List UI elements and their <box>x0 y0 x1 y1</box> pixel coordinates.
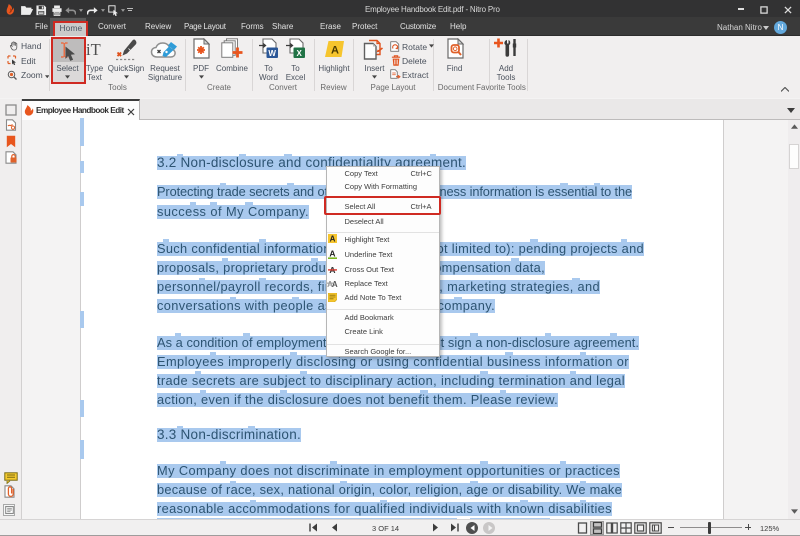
svg-text:W: W <box>268 49 276 58</box>
svg-text:X: X <box>297 49 303 58</box>
svg-text:A: A <box>331 45 339 57</box>
svg-text:A: A <box>329 249 335 259</box>
svg-text:A: A <box>332 280 338 288</box>
svg-text:A: A <box>330 235 336 244</box>
